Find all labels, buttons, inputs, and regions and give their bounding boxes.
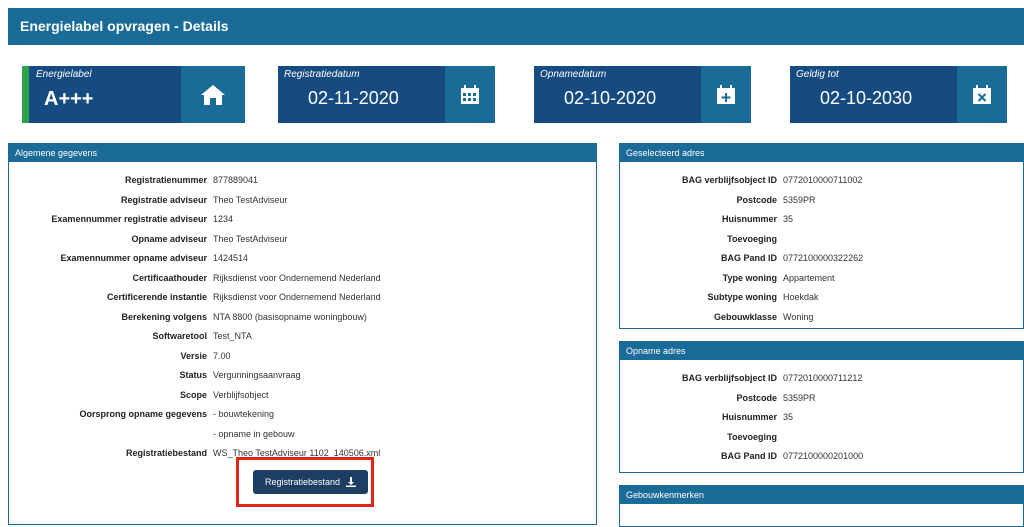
- detail-key: Huisnummer: [721, 214, 777, 224]
- detail-value: Rijksdienst voor Ondernemend Nederland: [213, 272, 381, 283]
- detail-value: 1424514: [213, 253, 249, 263]
- download-button-label: Registratiebestand: [264, 477, 341, 487]
- detail-value: Vergunningsaanvraag: [213, 370, 301, 380]
- detail-key: Postcode: [736, 392, 777, 403]
- page-title: Energielabel opvragen - Details: [20, 18, 229, 34]
- registratiebestand-download-button[interactable]: Registratiebestand: [253, 470, 368, 494]
- download-highlight: Registratiebestand: [236, 457, 374, 507]
- detail-key: Softwaretool: [152, 331, 207, 341]
- detail-key: Postcode: [736, 194, 777, 205]
- detail-key: Gebouwklasse: [713, 311, 777, 322]
- opname-adres-panel: Opname adres BAG verblijfsobject ID 07720…: [619, 341, 1024, 473]
- download-icon: [346, 477, 357, 487]
- detail-value: - opname in gebouw: [213, 428, 295, 439]
- registratiedatum-value: 02-11-2020: [308, 88, 399, 108]
- panel-title: Algemene gegevens: [9, 144, 596, 162]
- panel-title: Opname adres: [620, 342, 1023, 360]
- detail-key: Toevoeging: [727, 431, 777, 442]
- detail-key: Status: [179, 370, 207, 380]
- detail-value: 7.00: [213, 350, 231, 361]
- home-icon: [181, 66, 245, 123]
- geldigtot-card: Geldig tot 02-10-2030: [790, 66, 1007, 123]
- detail-key: Huisnummer: [721, 412, 777, 422]
- detail-key: Certificerende instantie: [106, 292, 207, 302]
- detail-value: Woning: [783, 311, 814, 322]
- detail-key: Oorsprong opname gegevens: [79, 409, 207, 419]
- card-label: Energielabel: [36, 69, 92, 80]
- registratiedatum-card: Registratiedatum 02-11-2020: [278, 66, 495, 123]
- detail-key: BAG verblijfsobject ID: [681, 373, 777, 383]
- detail-key: BAG Pand ID: [720, 253, 777, 263]
- detail-value: 1234: [213, 214, 234, 224]
- detail-value: 0772010000711002: [783, 175, 863, 185]
- energielabel-card: Energielabel A+++: [22, 66, 245, 123]
- detail-value: 877889041: [213, 175, 259, 185]
- card-label: Geldig tot: [796, 69, 839, 80]
- page-header: Energielabel opvragen - Details: [8, 8, 1024, 45]
- label-color-bar: [22, 66, 29, 123]
- detail-value: Rijksdienst voor Ondernemend Nederland: [213, 292, 381, 302]
- detail-key: Versie: [180, 350, 207, 361]
- gebouwkenmerken-panel: Gebouwkenmerken: [619, 485, 1024, 527]
- detail-value: Test_NTA: [213, 331, 252, 341]
- detail-value: Verblijfsobject: [213, 389, 269, 400]
- detail-value: 0772010000711212: [783, 373, 863, 383]
- detail-value: 35: [783, 412, 794, 422]
- panel-title: Geselecteerd adres: [620, 144, 1023, 162]
- detail-key: Registratie adviseur: [120, 194, 207, 205]
- energielabel-value: A+++: [44, 88, 94, 110]
- detail-value: 0772100000322262: [783, 253, 864, 263]
- detail-key: Registratienummer: [124, 175, 207, 185]
- detail-value: NTA 8800 (basisopname woningbouw): [213, 311, 367, 322]
- detail-key: Examennummer registratie adviseur: [51, 214, 207, 224]
- detail-key: BAG verblijfsobject ID: [681, 175, 777, 185]
- detail-key: BAG Pand ID: [720, 451, 777, 461]
- detail-key: Scope: [179, 389, 207, 400]
- detail-value: Theo TestAdviseur: [213, 194, 288, 205]
- card-label: Registratiedatum: [284, 69, 360, 80]
- detail-key: Subtype woning: [707, 292, 778, 302]
- opnamedatum-card: Opnamedatum 02-10-2020: [534, 66, 751, 123]
- detail-value: 5359PR: [783, 392, 816, 403]
- detail-key: Registratiebestand: [125, 448, 207, 458]
- detail-key: Type woning: [722, 272, 777, 283]
- detail-key: Examennummer opname adviseur: [60, 253, 207, 263]
- calendar-grid-icon: [445, 66, 495, 123]
- detail-value: Hoekdak: [783, 292, 819, 302]
- panel-title: Gebouwkenmerken: [620, 486, 1023, 504]
- opnamedatum-value: 02-10-2020: [564, 88, 657, 108]
- detail-value: 5359PR: [783, 194, 816, 205]
- geldigtot-value: 02-10-2030: [820, 88, 913, 108]
- geselecteerd-adres-panel: Geselecteerd adres BAG verblijfsobject I…: [619, 143, 1024, 329]
- detail-key: Toevoeging: [727, 233, 777, 244]
- detail-value: 0772100000201000: [783, 451, 864, 461]
- detail-value: Appartement: [783, 272, 835, 283]
- calendar-plus-icon: [701, 66, 751, 123]
- detail-value: 35: [783, 214, 794, 224]
- card-label: Opnamedatum: [540, 69, 607, 80]
- detail-value: Theo TestAdviseur: [213, 233, 288, 244]
- detail-key: Berekening volgens: [121, 311, 207, 322]
- detail-value: - bouwtekening: [213, 409, 275, 419]
- detail-key: Certificaathouder: [132, 272, 207, 283]
- detail-key: Opname adviseur: [131, 233, 207, 244]
- calendar-x-icon: [957, 66, 1007, 123]
